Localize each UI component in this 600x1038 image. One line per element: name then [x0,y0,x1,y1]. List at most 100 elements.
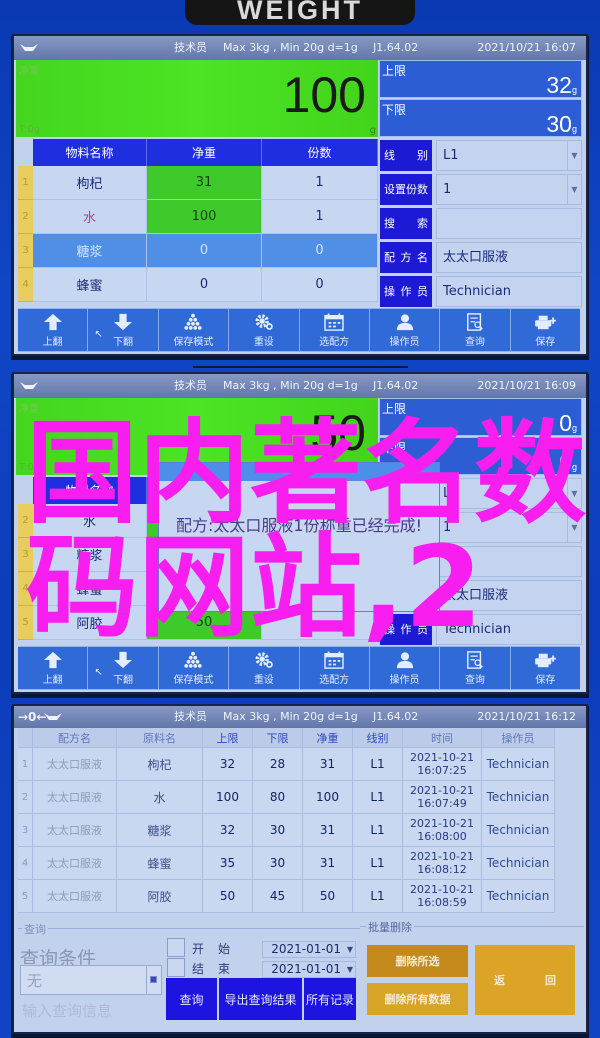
page-down-button[interactable]: ↖ 下翻 [88,309,159,351]
operator-button[interactable]: 操作员 [370,647,441,689]
material-name[interactable]: 阿胶 [117,880,203,913]
lower-limit[interactable]: 45 [253,880,303,913]
recipe-name[interactable]: 太太口服液 [33,781,117,814]
operator[interactable]: Technician [482,814,555,847]
row-number[interactable]: 4 [18,268,33,302]
set-copies-select[interactable]: 1 ▼ [436,174,582,205]
row-number[interactable]: 2 [18,504,33,538]
operator-button[interactable]: 操作员 [370,309,441,351]
page-down-button[interactable]: ↖ 下翻 [88,647,159,689]
column-header[interactable]: 下限 [253,728,303,748]
recipe-name[interactable]: 太太口服液 [33,814,117,847]
material-name[interactable]: 水 [33,504,147,538]
lower-limit[interactable]: 80 [253,781,303,814]
row-number[interactable]: 2 [18,200,33,234]
line[interactable]: L1 [353,814,403,847]
material-name[interactable]: 糖浆 [33,234,147,268]
copies[interactable]: 1 [262,166,378,200]
upper-limit[interactable]: 32 [203,814,253,847]
timestamp[interactable]: 2021-10-21 16:07:49 [403,781,482,814]
recipe-name[interactable]: 太太口服液 [33,880,117,913]
line-select[interactable]: L1 ▼ [436,478,582,509]
row-number[interactable]: 1 [18,166,33,200]
material-name[interactable]: 枸杞 [33,166,147,200]
operator-field[interactable]: Technician [436,276,582,307]
column-header[interactable]: 净重 [303,728,353,748]
save-button[interactable]: 保存 [511,647,580,689]
net-weight[interactable]: 31 [303,847,353,880]
save-mode-button[interactable]: 保存模式 [159,309,230,351]
page-up-button[interactable]: 上翻 [18,647,89,689]
search-input[interactable] [436,546,582,577]
net-weight[interactable]: 0 [147,234,262,268]
dropdown-arrow-icon[interactable]: ▼ [347,942,353,957]
reset-button[interactable]: 重设 [229,647,300,689]
start-date-checkbox[interactable] [167,938,185,957]
copies[interactable]: 0 [262,234,378,268]
net-weight[interactable]: 31 [303,814,353,847]
row-number[interactable]: 1 [18,748,33,781]
material-name[interactable]: 阿胶 [33,606,147,640]
recipe-name[interactable]: 太太口服液 [33,748,117,781]
search-input[interactable] [436,208,582,239]
net-weight[interactable]: 100 [303,781,353,814]
dropdown-arrow-icon[interactable]: ▼ [567,175,581,204]
column-header[interactable]: 原料名 [117,728,203,748]
line[interactable]: L1 [353,781,403,814]
operator[interactable]: Technician [482,847,555,880]
copies[interactable]: 1 [262,200,378,234]
net-weight[interactable]: 31 [147,166,262,200]
dropdown-arrow-icon[interactable]: ▼ [347,962,353,977]
net-weight[interactable]: 100 [147,200,262,234]
page-up-button[interactable]: 上翻 [18,309,89,351]
material-name[interactable]: 水 [117,781,203,814]
lower-limit[interactable]: 30 [253,814,303,847]
net-weight[interactable]: 50 [303,880,353,913]
query-input[interactable]: 输入查询信息 [22,999,162,1023]
export-results-button[interactable]: 导出查询结果 [219,978,302,1020]
dropdown-arrow-icon[interactable]: ▼ [567,513,581,542]
operator-field[interactable]: Technician [436,614,582,645]
operator[interactable]: Technician [482,748,555,781]
column-header[interactable]: 配方名 [33,728,117,748]
end-date-checkbox[interactable] [167,958,185,977]
recipe-field[interactable]: 太太口服液 [436,580,582,611]
operator[interactable]: Technician [482,781,555,814]
query-button[interactable]: 查询 [440,647,511,689]
material-name[interactable]: 蜂蜜 [33,268,147,302]
upper-limit[interactable]: 35 [203,847,253,880]
select-recipe-button[interactable]: 选配方 [300,309,370,351]
dialog-title-bar[interactable] [159,463,439,481]
dropdown-arrow-icon[interactable]: ▼ [567,479,581,508]
material-name[interactable]: 糖浆 [33,538,147,572]
row-number[interactable]: 3 [18,538,33,572]
dropdown-arrow-icon[interactable]: ▼ [567,141,581,170]
select-recipe-button[interactable]: 选配方 [300,647,370,689]
material-name[interactable]: 蜂蜜 [33,572,147,606]
completion-dialog[interactable]: 配方:太太口服液1份称重已经完成! [158,462,440,612]
net-weight[interactable]: 0 [147,268,262,302]
copies[interactable]: 0 [262,268,378,302]
timestamp[interactable]: 2021-10-21 16:08:00 [403,814,482,847]
column-header[interactable]: 时间 [403,728,482,748]
delete-selected-button[interactable]: 删除所选 [367,945,468,977]
line[interactable]: L1 [353,880,403,913]
column-header[interactable]: 线别 [353,728,403,748]
net-weight[interactable]: 31 [303,748,353,781]
back-button[interactable]: 返回 [475,945,575,1015]
timestamp[interactable]: 2021-10-21 16:08:59 [403,880,482,913]
all-records-button[interactable]: 所有记录 [304,978,356,1020]
query-submit-button[interactable]: 查询 [166,978,217,1020]
upper-limit[interactable]: 32 [203,748,253,781]
timestamp[interactable]: 2021-10-21 16:08:12 [403,847,482,880]
set-copies-select[interactable]: 1 ▼ [436,512,582,543]
lower-limit[interactable]: 30 [253,847,303,880]
line[interactable]: L1 [353,847,403,880]
row-number[interactable]: 4 [18,847,33,880]
save-button[interactable]: 保存 [511,309,580,351]
lower-limit[interactable]: 28 [253,748,303,781]
material-name[interactable]: 水 [33,200,147,234]
query-button[interactable]: 查询 [440,309,511,351]
start-date-select[interactable]: 2021-01-01 ▼ [262,941,356,958]
row-number[interactable]: 5 [18,606,33,640]
